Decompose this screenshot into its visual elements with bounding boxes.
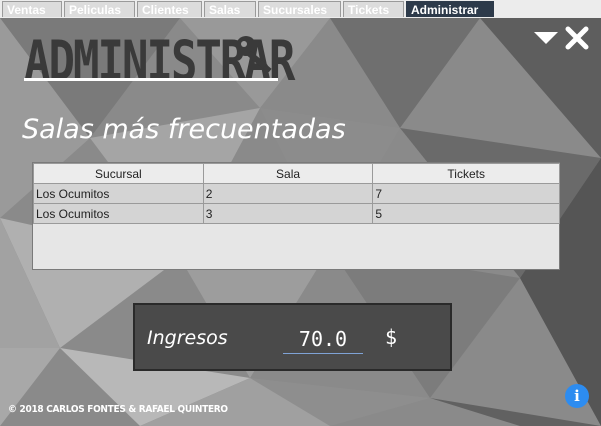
table-cell: 3 xyxy=(202,203,374,224)
currency-symbol: $ xyxy=(385,325,398,349)
table-cell: 2 xyxy=(202,183,374,204)
section-heading: Salas más frecuentadas xyxy=(22,114,346,145)
title-underline xyxy=(24,78,278,81)
tab-ventas[interactable]: Ventas xyxy=(2,1,62,17)
table-header-row: Sucursal Sala Tickets xyxy=(33,163,560,184)
window-controls xyxy=(534,26,589,50)
tab-salas[interactable]: Salas xyxy=(204,1,256,17)
tab-tickets[interactable]: Tickets xyxy=(343,1,404,17)
table-cell: 7 xyxy=(372,183,560,204)
table-cell: 5 xyxy=(372,203,560,224)
key-icon xyxy=(236,36,272,72)
income-panel: Ingresos 70.0 $ xyxy=(133,303,452,371)
tab-bar: Ventas Peliculas Clientes Salas Sucursal… xyxy=(0,0,601,18)
table-row[interactable]: Los Ocumitos 3 5 xyxy=(33,203,560,224)
tab-clientes[interactable]: Clientes xyxy=(137,1,202,17)
column-header-tickets[interactable]: Tickets xyxy=(372,163,560,184)
close-icon[interactable] xyxy=(565,26,589,50)
tab-administrar[interactable]: Administrar xyxy=(406,1,494,17)
table-row[interactable]: Los Ocumitos 2 7 xyxy=(33,183,560,204)
column-header-sala[interactable]: Sala xyxy=(202,163,374,184)
income-value-field[interactable]: 70.0 xyxy=(283,325,363,354)
column-header-sucursal[interactable]: Sucursal xyxy=(33,163,204,184)
info-icon[interactable]: i xyxy=(565,384,589,408)
frequent-rooms-table: Sucursal Sala Tickets Los Ocumitos 2 7 L… xyxy=(32,162,560,270)
tab-peliculas[interactable]: Peliculas xyxy=(64,1,135,17)
table-cell: Los Ocumitos xyxy=(33,183,204,204)
copyright-text: © 2018 CARLOS FONTES & RAFAEL QUINTERO xyxy=(8,404,228,415)
income-label: Ingresos xyxy=(147,327,228,349)
tab-sucursales[interactable]: Sucursales xyxy=(258,1,341,17)
table-cell: Los Ocumitos xyxy=(33,203,204,224)
admin-panel: ADMINISTRAR Salas más frecuentadas Sucur… xyxy=(0,18,601,426)
triangle-down-icon[interactable] xyxy=(534,32,558,44)
